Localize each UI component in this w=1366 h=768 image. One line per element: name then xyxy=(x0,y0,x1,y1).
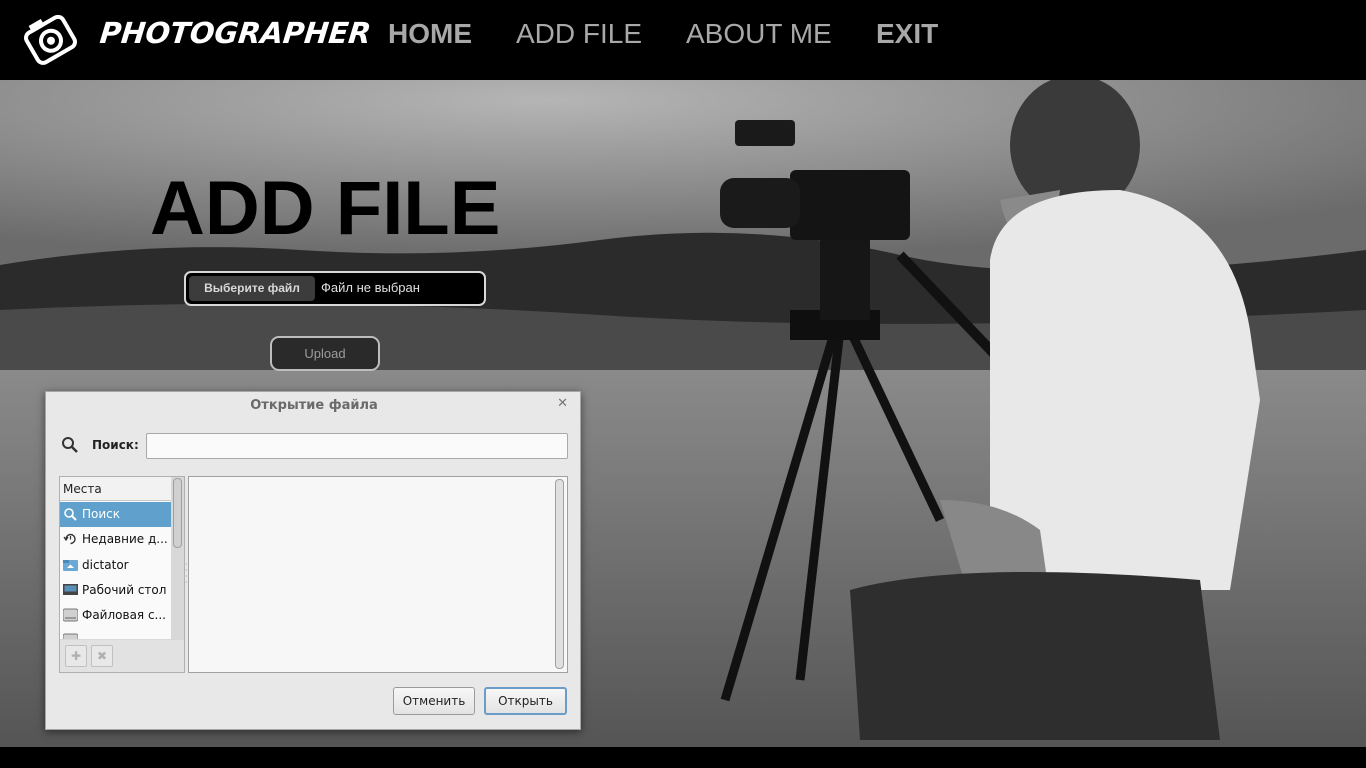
file-input[interactable]: Выберите файл Файл не выбран xyxy=(184,271,486,306)
place-label: Недавние д... xyxy=(82,532,168,546)
site-header: PHOTOGRAPHER HOME ADD FILE ABOUT ME EXIT xyxy=(0,0,1366,80)
place-item-partial xyxy=(60,628,171,639)
file-list-scrollbar[interactable] xyxy=(555,479,564,669)
cancel-button[interactable]: Отменить xyxy=(393,687,475,715)
home-folder-icon xyxy=(63,560,78,571)
drive-icon xyxy=(63,608,78,622)
place-item-dictator[interactable]: dictator xyxy=(60,553,171,578)
places-sidebar: Места Поиск Недавние д... dictator Рабоч… xyxy=(59,476,185,673)
place-item-recent[interactable]: Недавние д... xyxy=(60,527,171,552)
choose-file-button[interactable]: Выберите файл xyxy=(189,276,315,301)
place-item-filesystem[interactable]: Файловая с... xyxy=(60,603,171,628)
brand-name[interactable]: PHOTOGRAPHER xyxy=(98,16,372,50)
place-item-desktop[interactable]: Рабочий стол xyxy=(60,578,171,603)
dialog-title: Открытие файла xyxy=(250,398,378,413)
footer-bar xyxy=(0,747,1366,768)
place-label: Файловая с... xyxy=(82,608,166,622)
remove-bookmark-icon[interactable]: ✖ xyxy=(91,645,113,667)
search-icon xyxy=(62,437,78,453)
file-status-text: Файл не выбран xyxy=(321,280,420,295)
places-list: Места Поиск Недавние д... dictator Рабоч… xyxy=(60,477,171,639)
desktop-icon xyxy=(63,584,78,595)
place-label: Поиск xyxy=(82,507,121,521)
camera-logo-icon[interactable] xyxy=(20,9,80,69)
search-input[interactable] xyxy=(146,433,568,459)
nav-add-file[interactable]: ADD FILE xyxy=(516,18,642,50)
search-icon xyxy=(64,508,77,521)
page-title: ADD FILE xyxy=(150,166,501,251)
place-label: Рабочий стол xyxy=(82,583,167,597)
add-bookmark-icon[interactable]: ✚ xyxy=(65,645,87,667)
places-header: Места xyxy=(60,477,171,501)
places-scrollbar[interactable] xyxy=(173,478,182,548)
file-list-pane[interactable] xyxy=(188,476,568,673)
places-toolbar: ✚ ✖ xyxy=(60,640,184,672)
upload-button[interactable]: Upload xyxy=(270,336,380,371)
open-button[interactable]: Открыть xyxy=(484,687,567,715)
close-icon[interactable]: ✕ xyxy=(557,396,568,411)
place-label: dictator xyxy=(82,558,129,572)
nav-exit[interactable]: EXIT xyxy=(876,18,938,50)
recent-icon xyxy=(63,533,76,545)
nav-home[interactable]: HOME xyxy=(388,18,472,50)
search-label: Поиск: xyxy=(92,438,139,452)
drive-icon xyxy=(63,633,78,639)
place-item-search[interactable]: Поиск xyxy=(60,502,171,527)
file-open-dialog: Открытие файла ✕ Поиск: Места Поиск Неда… xyxy=(45,391,581,730)
nav-about-me[interactable]: ABOUT ME xyxy=(686,18,832,50)
